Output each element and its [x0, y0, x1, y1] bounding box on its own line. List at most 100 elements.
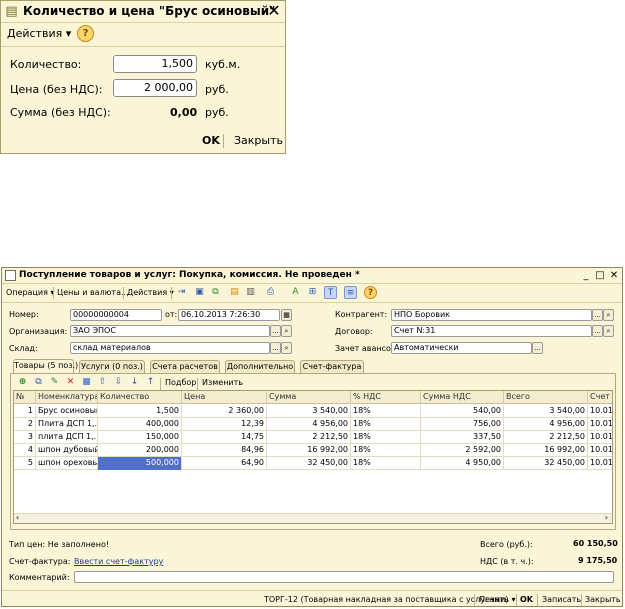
- tab-goods[interactable]: Товары (5 поз.): [13, 359, 78, 374]
- column-header[interactable]: Всего: [504, 391, 588, 404]
- table-cell[interactable]: 16 992,00: [267, 444, 351, 457]
- open-search-icon[interactable]: ⌕: [281, 325, 292, 337]
- scroll-left-icon[interactable]: ‹: [16, 513, 19, 522]
- actions-menu[interactable]: Действия ▾: [7, 25, 71, 43]
- calendar-icon[interactable]: ▦: [281, 309, 292, 321]
- filter-icon[interactable]: T: [324, 286, 337, 299]
- table-cell[interactable]: 150,000: [98, 431, 182, 444]
- table-cell[interactable]: плита ДСП 1,...: [36, 431, 98, 444]
- table-cell[interactable]: 10.01: [588, 418, 612, 431]
- change-button[interactable]: Изменить: [202, 376, 243, 390]
- open-search-icon[interactable]: ⌕: [281, 342, 292, 354]
- table-cell[interactable]: 1: [14, 405, 36, 418]
- table-cell[interactable]: 2 592,00: [421, 444, 504, 457]
- select-button[interactable]: ...: [532, 342, 543, 354]
- column-header[interactable]: Цена: [182, 391, 267, 404]
- copy-icon[interactable]: ⧉: [209, 286, 222, 299]
- table-cell[interactable]: 2 212,50: [504, 431, 588, 444]
- close-button[interactable]: Закрыть: [234, 134, 283, 147]
- table-cell[interactable]: 3 540,00: [267, 405, 351, 418]
- table-cell[interactable]: шпон дубовый: [36, 444, 98, 457]
- post-icon[interactable]: ⇥: [175, 286, 188, 299]
- paste-icon[interactable]: ▥: [244, 286, 257, 299]
- tab-services[interactable]: Услуги (0 поз.): [79, 360, 145, 373]
- print-icon[interactable]: ⎙: [264, 286, 277, 299]
- maximize-icon[interactable]: □: [594, 269, 606, 282]
- table-cell[interactable]: 32 450,00: [504, 457, 588, 470]
- organization-field[interactable]: ЗАО ЭПОС: [70, 325, 270, 337]
- open-search-icon[interactable]: ⌕: [603, 325, 614, 337]
- table-cell[interactable]: 337,50: [421, 431, 504, 444]
- horizontal-scrollbar[interactable]: ‹ ›: [14, 513, 612, 523]
- warehouse-field[interactable]: склад материалов: [70, 342, 270, 354]
- save-button[interactable]: Записать: [542, 593, 581, 607]
- table-cell[interactable]: 4: [14, 444, 36, 457]
- table-row[interactable]: 1 Брус осиновый 1,500 2 360,00 3 540,00 18% 54…: [14, 405, 612, 418]
- table-cell[interactable]: 4 956,00: [504, 418, 588, 431]
- select-button[interactable]: ...: [592, 325, 603, 337]
- table-cell[interactable]: 3 540,00: [504, 405, 588, 418]
- column-header[interactable]: % НДС: [351, 391, 421, 404]
- move-down-icon[interactable]: ⇩: [112, 376, 125, 389]
- close-icon[interactable]: ✕: [608, 269, 620, 282]
- price-field[interactable]: 2 000,00: [113, 79, 197, 97]
- save-icon[interactable]: ▣: [193, 286, 206, 299]
- open-search-icon[interactable]: ⌕: [603, 309, 614, 321]
- table-cell[interactable]: 12,39: [182, 418, 267, 431]
- table-cell[interactable]: 18%: [351, 418, 421, 431]
- table-cell[interactable]: 2 212,50: [267, 431, 351, 444]
- table-cell[interactable]: 4 950,00: [421, 457, 504, 470]
- add-row-icon[interactable]: ⊕: [16, 376, 29, 389]
- tab-invoice[interactable]: Счет-фактура: [300, 360, 364, 373]
- sort-desc-icon[interactable]: ↑: [144, 376, 157, 389]
- table-cell[interactable]: 2: [14, 418, 36, 431]
- column-header[interactable]: Номенклатура: [36, 391, 98, 404]
- table-cell[interactable]: 14,75: [182, 431, 267, 444]
- table-cell[interactable]: 64,90: [182, 457, 267, 470]
- close-icon[interactable]: ✕: [265, 2, 283, 20]
- table-cell[interactable]: 500,000: [98, 457, 182, 470]
- column-header[interactable]: Счет у: [588, 391, 612, 404]
- help-icon[interactable]: ?: [77, 25, 94, 42]
- prices-currency-button[interactable]: Цены и валюта...: [57, 286, 129, 300]
- column-header[interactable]: Количество: [98, 391, 182, 404]
- column-header[interactable]: №: [14, 391, 36, 404]
- tab-accounts[interactable]: Счета расчетов: [150, 360, 220, 373]
- dt-kt-icon[interactable]: A: [289, 286, 302, 299]
- list-icon[interactable]: ≡: [344, 286, 357, 299]
- select-button[interactable]: ...: [270, 325, 281, 337]
- table-row[interactable]: 3 плита ДСП 1,... 150,000 14,75 2 212,50 18% 3…: [14, 431, 612, 444]
- column-header[interactable]: Сумма: [267, 391, 351, 404]
- table-cell[interactable]: 10.01: [588, 431, 612, 444]
- table-cell[interactable]: 18%: [351, 431, 421, 444]
- table-cell[interactable]: 2 360,00: [182, 405, 267, 418]
- table-cell[interactable]: 32 450,00: [267, 457, 351, 470]
- contract-field[interactable]: Счет N:31: [391, 325, 592, 337]
- select-button[interactable]: ...: [592, 309, 603, 321]
- quantity-field[interactable]: 1,500: [113, 55, 197, 73]
- actions-menu[interactable]: Действия ▾: [127, 286, 174, 300]
- advance-offset-field[interactable]: Автоматически: [391, 342, 532, 354]
- scroll-right-icon[interactable]: ›: [605, 513, 608, 522]
- table-cell[interactable]: Брус осиновый: [36, 405, 98, 418]
- move-up-icon[interactable]: ⇧: [96, 376, 109, 389]
- invoice-link[interactable]: Ввести счет-фактуру: [74, 557, 163, 566]
- table-cell[interactable]: 4 956,00: [267, 418, 351, 431]
- tab-additional[interactable]: Дополнительно: [225, 360, 295, 373]
- table-cell[interactable]: 5: [14, 457, 36, 470]
- table-row[interactable]: 5 шпон ореховый 500,000 64,90 32 450,00 18% 4 …: [14, 457, 612, 470]
- ok-button[interactable]: OK: [202, 134, 220, 147]
- pick-button[interactable]: Подбор: [165, 376, 196, 390]
- help-icon[interactable]: ?: [364, 286, 377, 299]
- table-cell[interactable]: 16 992,00: [504, 444, 588, 457]
- ok-button[interactable]: OK: [520, 593, 533, 607]
- delete-row-icon[interactable]: ✕: [64, 376, 77, 389]
- table-cell[interactable]: 18%: [351, 405, 421, 418]
- column-header[interactable]: Сумма НДС: [421, 391, 504, 404]
- counterparty-field[interactable]: НПО Боровик: [391, 309, 592, 321]
- sort-asc-icon[interactable]: ↓: [128, 376, 141, 389]
- comment-field[interactable]: [74, 571, 614, 583]
- number-field[interactable]: 00000000004: [70, 309, 162, 321]
- operation-menu[interactable]: Операция ▾: [6, 286, 54, 300]
- table-cell[interactable]: 18%: [351, 457, 421, 470]
